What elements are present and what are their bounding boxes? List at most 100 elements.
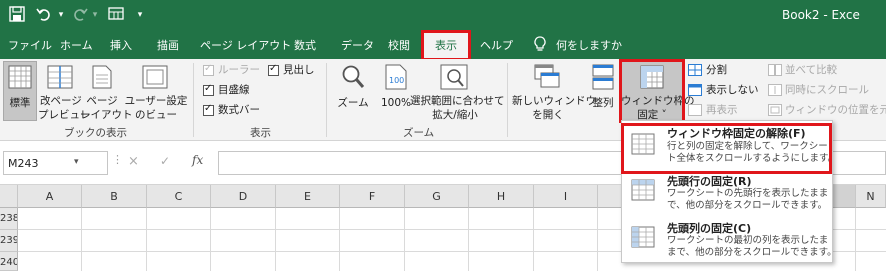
page-layout-icon[interactable] xyxy=(92,65,112,92)
formula-bar-checkbox[interactable] xyxy=(203,103,214,116)
view-side-by-side-icon xyxy=(768,64,782,79)
undo-dropdown-icon[interactable]: ▾ xyxy=(56,6,66,24)
row-header[interactable]: 239 xyxy=(0,230,18,252)
column-header[interactable]: F xyxy=(340,185,405,208)
row-header[interactable]: 240 xyxy=(0,252,18,271)
tab-page-layout[interactable]: ページ レイアウト xyxy=(200,36,291,55)
freeze-first-column-title: 先頭列の固定(C) xyxy=(667,222,752,235)
tab-file[interactable]: ファイル xyxy=(8,36,52,55)
tab-draw[interactable]: 描画 xyxy=(157,36,179,55)
freeze-first-column-desc-1: ワークシートの最初の列を表示したま xyxy=(667,235,829,246)
hide-window-label[interactable]: 表示しない xyxy=(706,84,759,97)
freeze-first-column-item[interactable]: 先頭列の固定(C) ワークシートの最初の列を表示したま まで、他の部分をスクロー… xyxy=(622,216,837,263)
new-window-label-2: を開く xyxy=(532,109,564,121)
page-layout-label-1: ページ xyxy=(86,95,118,107)
split-icon[interactable] xyxy=(688,64,702,79)
save-icon[interactable] xyxy=(8,6,26,24)
name-box-value: M243 xyxy=(8,157,39,170)
gridline xyxy=(404,208,405,271)
zoom-100-icon[interactable]: 100 xyxy=(385,64,407,93)
column-header[interactable]: E xyxy=(276,185,340,208)
tab-view-highlight xyxy=(421,30,471,61)
column-header[interactable]: N xyxy=(856,185,886,208)
column-header[interactable]: D xyxy=(211,185,276,208)
gridline xyxy=(81,208,82,271)
freeze-top-row-item[interactable]: 先頭行の固定(R) ワークシートの先頭行を表示したまま で、他の部分をスクロール… xyxy=(622,169,832,216)
ruler-checkbox xyxy=(203,63,214,76)
freeze-first-column-icon xyxy=(631,226,655,251)
tab-home[interactable]: ホーム xyxy=(60,36,93,55)
select-all-corner[interactable] xyxy=(0,185,18,208)
freeze-top-row-title: 先頭行の固定(R) xyxy=(667,175,752,188)
view-side-by-side-label: 並べて比較 xyxy=(785,64,838,76)
page-break-preview-label-1: 改ページ xyxy=(40,95,82,107)
custom-views-icon[interactable] xyxy=(142,65,168,92)
arrange-all-icon[interactable] xyxy=(592,64,614,93)
name-box-dropdown-icon[interactable]: ▾ xyxy=(74,157,79,167)
undo-icon[interactable] xyxy=(34,6,54,24)
gridline xyxy=(855,208,856,271)
gridline xyxy=(275,208,276,271)
zoom-to-selection-label-1: 選択範囲に合わせて xyxy=(410,95,505,107)
form-icon[interactable] xyxy=(107,6,125,24)
split-label[interactable]: 分割 xyxy=(706,64,727,77)
show-group-label: 表示 xyxy=(250,127,271,139)
column-header[interactable]: I xyxy=(534,185,598,208)
tell-me-search[interactable]: 何をしますか xyxy=(556,36,622,55)
synchronous-scrolling-icon xyxy=(768,84,782,99)
gridline xyxy=(533,208,534,271)
reset-window-position-icon xyxy=(768,104,782,119)
group-separator xyxy=(326,63,327,137)
enter-icon[interactable]: ✓ xyxy=(160,154,170,168)
gridline xyxy=(468,208,469,271)
reset-window-position-label: ウィンドウの位置を元に戻 xyxy=(785,104,886,116)
gridline xyxy=(339,208,340,271)
tab-help[interactable]: ヘルプ xyxy=(480,36,513,55)
zoom-icon[interactable] xyxy=(341,64,365,93)
formula-bar-separator-dots: ⋮ xyxy=(112,153,123,166)
zoom-group-label: ズーム xyxy=(403,127,435,139)
column-header[interactable]: B xyxy=(82,185,147,208)
freeze-panes-highlight xyxy=(619,59,685,123)
group-separator xyxy=(193,63,194,137)
zoom-to-selection-label-2: 拡大/縮小 xyxy=(432,109,478,121)
row-header[interactable]: 238 xyxy=(0,208,18,230)
column-header[interactable]: H xyxy=(469,185,534,208)
new-window-label-1: 新しいウィンドウ xyxy=(512,95,596,107)
headings-checkbox[interactable] xyxy=(268,63,279,76)
freeze-top-row-desc-1: ワークシートの先頭行を表示したまま xyxy=(667,188,829,199)
page-break-preview-icon[interactable] xyxy=(47,65,73,92)
synchronous-scrolling-label: 同時にスクロール xyxy=(785,84,869,96)
unhide-window-icon xyxy=(688,104,702,119)
hide-window-icon[interactable] xyxy=(688,84,702,99)
gridline xyxy=(210,208,211,271)
tab-insert[interactable]: 挿入 xyxy=(110,36,132,55)
group-separator xyxy=(507,63,508,137)
lightbulb-icon xyxy=(534,36,546,55)
column-header[interactable]: G xyxy=(405,185,469,208)
arrange-all-label: 整列 xyxy=(592,97,614,109)
tab-review[interactable]: 校閲 xyxy=(388,36,410,55)
new-window-icon[interactable] xyxy=(534,64,560,93)
column-header[interactable]: C xyxy=(147,185,211,208)
customize-qat-icon[interactable]: ▾ xyxy=(134,6,146,24)
unfreeze-panes-highlight xyxy=(621,123,832,174)
svg-text:100: 100 xyxy=(389,76,404,85)
freeze-top-row-icon xyxy=(631,179,655,204)
freeze-first-column-desc-2: まで、他の部分をスクロールできます。 xyxy=(667,247,837,258)
redo-dropdown-icon: ▾ xyxy=(92,10,98,20)
tab-data[interactable]: データ xyxy=(341,36,374,55)
gridlines-checkbox[interactable] xyxy=(203,83,214,96)
tab-formulas[interactable]: 数式 xyxy=(294,36,316,55)
zoom-label: ズーム xyxy=(337,97,369,109)
gridline xyxy=(597,208,598,271)
zoom-to-selection-icon[interactable] xyxy=(440,64,468,93)
unhide-window-label: 再表示 xyxy=(706,104,738,116)
gridline xyxy=(146,208,147,271)
column-header[interactable]: A xyxy=(18,185,82,208)
name-box[interactable]: M243 ▾ xyxy=(3,151,108,175)
insert-function-icon[interactable]: fx xyxy=(192,153,203,167)
cancel-icon[interactable]: × xyxy=(128,154,139,169)
gridlines-label: 目盛線 xyxy=(218,84,250,96)
redo-icon xyxy=(70,6,90,24)
